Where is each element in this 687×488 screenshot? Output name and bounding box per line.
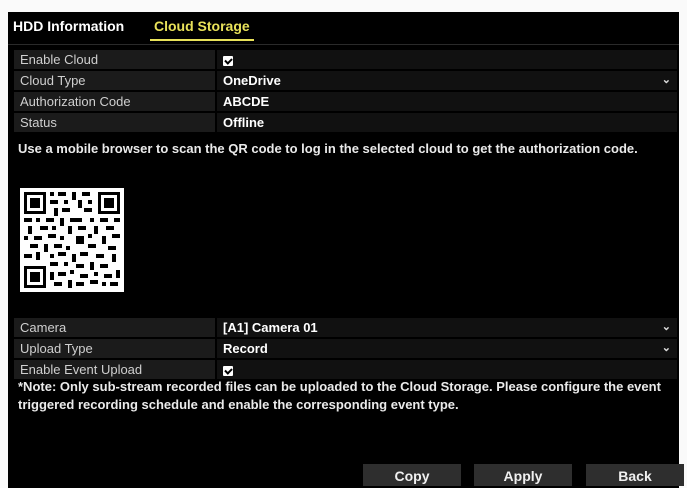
enable-cloud-value	[217, 50, 677, 69]
qr-instruction-text: Use a mobile browser to scan the QR code…	[18, 141, 638, 156]
cloud-type-value: OneDrive	[223, 73, 281, 88]
apply-button[interactable]: Apply	[474, 464, 572, 486]
qr-code-graphic	[20, 188, 124, 292]
camera-label: Camera	[14, 318, 215, 337]
copy-button[interactable]: Copy	[363, 464, 461, 486]
qr-code-icon	[20, 188, 124, 292]
enable-event-upload-checkbox[interactable]	[223, 366, 233, 376]
upload-type-label: Upload Type	[14, 339, 215, 358]
enable-event-upload-value	[217, 360, 677, 379]
cloud-storage-dialog: HDD Information Cloud Storage Enable Clo…	[8, 12, 684, 488]
authorization-code-label: Authorization Code	[14, 92, 215, 111]
enable-cloud-label: Enable Cloud	[14, 50, 215, 69]
upload-type-value: Record	[223, 341, 268, 356]
tab-cloud-storage-label: Cloud Storage	[154, 18, 250, 34]
camera-select[interactable]: [A1] Camera 01 ⌄	[217, 318, 677, 337]
upload-type-select[interactable]: Record ⌄	[217, 339, 677, 358]
cloud-type-row: Cloud Type OneDrive ⌄	[14, 71, 677, 91]
note-text: *Note: Only sub-stream recorded files ca…	[18, 379, 661, 412]
enable-cloud-row: Enable Cloud	[14, 50, 677, 70]
status-label: Status	[14, 113, 215, 132]
cloud-type-select[interactable]: OneDrive ⌄	[217, 71, 677, 90]
tab-bar: HDD Information Cloud Storage	[8, 12, 679, 45]
authorization-code-input[interactable]: ABCDE	[217, 92, 677, 111]
enable-event-upload-label: Enable Event Upload	[14, 360, 215, 379]
camera-row: Camera [A1] Camera 01 ⌄	[14, 318, 677, 338]
chevron-down-icon: ⌄	[661, 321, 671, 333]
tab-cloud-storage[interactable]: Cloud Storage	[150, 18, 254, 41]
chevron-down-icon: ⌄	[661, 74, 671, 86]
tab-hdd-information-label: HDD Information	[13, 18, 125, 34]
back-button[interactable]: Back	[586, 464, 684, 486]
status-row: Status Offline	[14, 113, 677, 133]
status-value: Offline	[217, 113, 677, 132]
tab-divider	[8, 44, 679, 45]
authorization-code-row: Authorization Code ABCDE	[14, 92, 677, 112]
cloud-type-label: Cloud Type	[14, 71, 215, 90]
authorization-code-value: ABCDE	[223, 94, 270, 109]
tab-hdd-information[interactable]: HDD Information	[13, 18, 124, 38]
camera-value: [A1] Camera 01	[223, 320, 318, 335]
upload-type-row: Upload Type Record ⌄	[14, 339, 677, 359]
enable-event-upload-row: Enable Event Upload	[14, 360, 677, 380]
enable-cloud-checkbox[interactable]	[223, 56, 233, 66]
chevron-down-icon: ⌄	[661, 342, 671, 354]
active-tab-underline	[150, 39, 254, 41]
